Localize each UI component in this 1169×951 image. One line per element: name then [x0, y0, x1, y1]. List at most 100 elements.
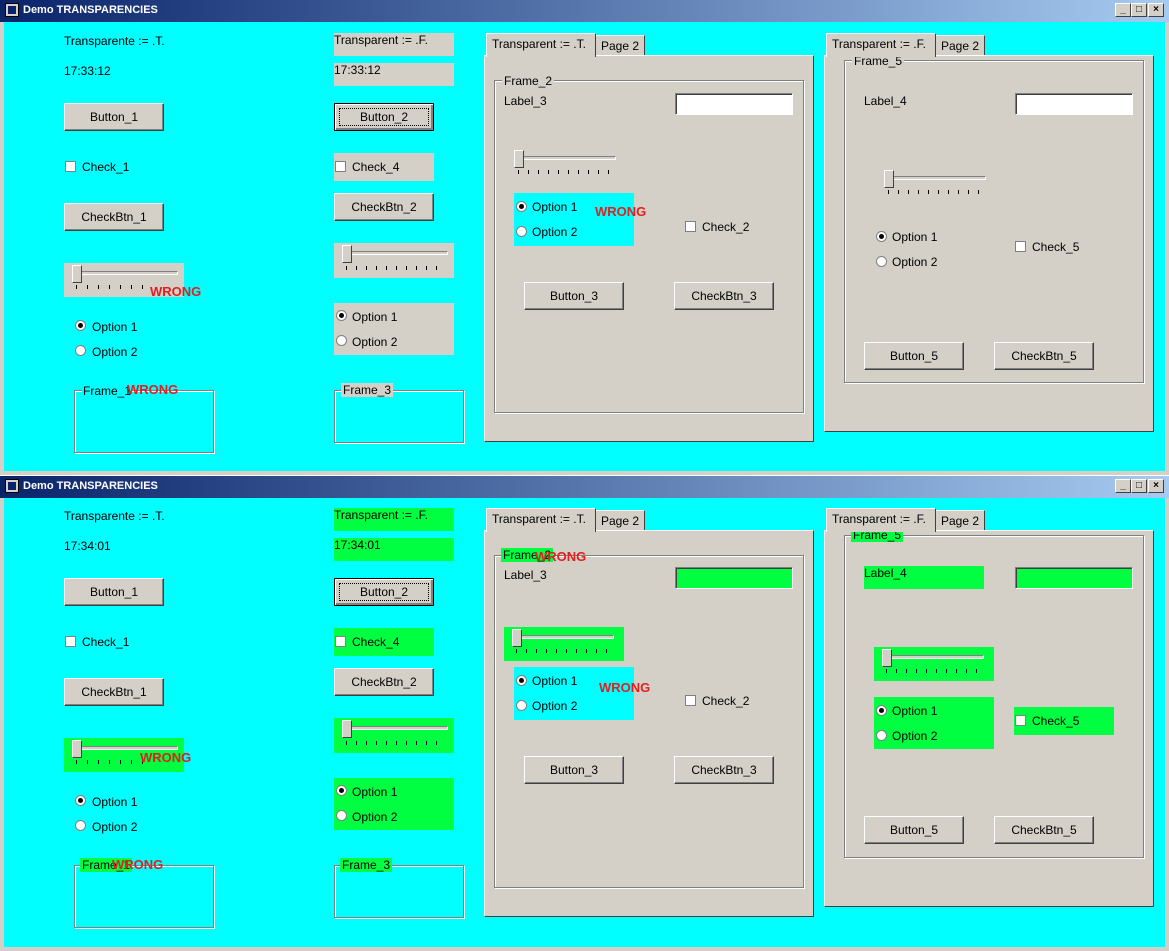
minimize-icon[interactable]: _ — [1115, 3, 1131, 17]
option-1-label[interactable]: Option 1 — [352, 310, 397, 324]
option-2-radio[interactable] — [75, 820, 86, 831]
text-input-4[interactable] — [1015, 93, 1133, 115]
option-1-radio[interactable] — [516, 201, 527, 212]
tab-page-2[interactable]: Page 2 — [935, 510, 985, 532]
slider-3[interactable] — [504, 627, 624, 661]
slider-thumb[interactable] — [72, 740, 82, 758]
slider-5[interactable] — [880, 169, 990, 199]
check-5-box[interactable] — [1015, 715, 1026, 726]
button-5[interactable]: Button_5 — [864, 816, 964, 844]
check-5[interactable]: Check_5 — [1014, 707, 1114, 735]
check-1-box[interactable] — [65, 161, 76, 172]
check-4[interactable]: Check_4 — [334, 628, 434, 656]
option-2-radio[interactable] — [876, 730, 887, 741]
button-2[interactable]: Button_2 — [334, 103, 434, 131]
slider-thumb[interactable] — [342, 245, 352, 263]
checkbtn-5[interactable]: CheckBtn_5 — [994, 816, 1094, 844]
option-1-label[interactable]: Option 1 — [532, 674, 577, 688]
option-1-label[interactable]: Option 1 — [352, 785, 397, 799]
check-1-box[interactable] — [65, 636, 76, 647]
check-5-label[interactable]: Check_5 — [1032, 714, 1079, 728]
option-1-label[interactable]: Option 1 — [92, 795, 137, 809]
button-2[interactable]: Button_2 — [334, 578, 434, 606]
check-5-label[interactable]: Check_5 — [1032, 240, 1079, 254]
option-1-radio[interactable] — [75, 795, 86, 806]
button-3[interactable]: Button_3 — [524, 282, 624, 310]
option-2-radio[interactable] — [516, 226, 527, 237]
check-2-box[interactable] — [685, 221, 696, 232]
check-4[interactable]: Check_4 — [334, 153, 434, 181]
tab-page-2[interactable]: Page 2 — [935, 35, 985, 57]
checkbtn-1[interactable]: CheckBtn_1 — [64, 203, 164, 231]
check-2-label[interactable]: Check_2 — [702, 220, 749, 234]
option-1-radio[interactable] — [876, 231, 887, 242]
check-2-box[interactable] — [685, 695, 696, 706]
option-2-label[interactable]: Option 2 — [92, 820, 137, 834]
option-2-radio[interactable] — [876, 256, 887, 267]
slider-thumb[interactable] — [884, 170, 894, 188]
tab-transparent-f[interactable]: Transparent := .F. — [826, 508, 936, 532]
option-2-label[interactable]: Option 2 — [92, 345, 137, 359]
slider-thumb[interactable] — [514, 150, 524, 168]
close-icon[interactable]: × — [1148, 3, 1164, 17]
option-2-radio[interactable] — [516, 700, 527, 711]
slider-thumb[interactable] — [882, 649, 892, 667]
option-2-label[interactable]: Option 2 — [892, 255, 937, 269]
slider-thumb[interactable] — [72, 265, 82, 283]
button-3[interactable]: Button_3 — [524, 756, 624, 784]
option-2-radio[interactable] — [336, 810, 347, 821]
maximize-icon[interactable]: □ — [1131, 3, 1147, 17]
check-4-box[interactable] — [335, 161, 346, 172]
tab-transparent-t[interactable]: Transparent := .T. — [486, 508, 596, 532]
option-1-radio[interactable] — [75, 320, 86, 331]
check-4-box[interactable] — [335, 636, 346, 647]
button-1[interactable]: Button_1 — [64, 103, 164, 131]
tab-page-2[interactable]: Page 2 — [595, 510, 645, 532]
option-1-radio[interactable] — [876, 705, 887, 716]
option-2-label[interactable]: Option 2 — [532, 699, 577, 713]
slider-thumb[interactable] — [512, 629, 522, 647]
option-2-label[interactable]: Option 2 — [352, 335, 397, 349]
slider-3[interactable] — [510, 149, 620, 179]
option-1-radio[interactable] — [336, 310, 347, 321]
option-2-label[interactable]: Option 2 — [352, 810, 397, 824]
checkbtn-5[interactable]: CheckBtn_5 — [994, 342, 1094, 370]
option-2-radio[interactable] — [336, 335, 347, 346]
checkbtn-3[interactable]: CheckBtn_3 — [674, 282, 774, 310]
slider-5[interactable] — [874, 647, 994, 681]
check-2-label[interactable]: Check_2 — [702, 694, 749, 708]
option-1-radio[interactable] — [336, 785, 347, 796]
option-2-label[interactable]: Option 2 — [892, 729, 937, 743]
button-5[interactable]: Button_5 — [864, 342, 964, 370]
checkbtn-3[interactable]: CheckBtn_3 — [674, 756, 774, 784]
text-input-3[interactable] — [675, 567, 793, 589]
checkbtn-2[interactable]: CheckBtn_2 — [334, 668, 434, 696]
option-1-label[interactable]: Option 1 — [892, 704, 937, 718]
option-1-label[interactable]: Option 1 — [532, 200, 577, 214]
check-4-label[interactable]: Check_4 — [352, 635, 399, 649]
title-bar[interactable]: Demo TRANSPARENCIES _ □ × — [0, 0, 1169, 22]
option-2-radio[interactable] — [75, 345, 86, 356]
tab-page-2[interactable]: Page 2 — [595, 35, 645, 57]
tab-transparent-t[interactable]: Transparent := .T. — [486, 33, 596, 57]
option-1-radio[interactable] — [516, 675, 527, 686]
text-input-4[interactable] — [1015, 567, 1133, 589]
checkbtn-2[interactable]: CheckBtn_2 — [334, 193, 434, 221]
slider-2[interactable] — [334, 243, 454, 278]
check-1-label[interactable]: Check_1 — [82, 635, 129, 649]
button-1[interactable]: Button_1 — [64, 578, 164, 606]
text-input-3[interactable] — [675, 93, 793, 115]
title-bar[interactable]: Demo TRANSPARENCIES _ □ × — [0, 476, 1169, 498]
option-1-label[interactable]: Option 1 — [892, 230, 937, 244]
checkbtn-1[interactable]: CheckBtn_1 — [64, 678, 164, 706]
check-1-label[interactable]: Check_1 — [82, 160, 129, 174]
maximize-icon[interactable]: □ — [1131, 479, 1147, 493]
option-2-label[interactable]: Option 2 — [532, 225, 577, 239]
check-4-label[interactable]: Check_4 — [352, 160, 399, 174]
close-icon[interactable]: × — [1148, 479, 1164, 493]
slider-thumb[interactable] — [342, 720, 352, 738]
slider-2[interactable] — [334, 718, 454, 753]
option-1-label[interactable]: Option 1 — [92, 320, 137, 334]
check-5-box[interactable] — [1015, 241, 1026, 252]
minimize-icon[interactable]: _ — [1115, 479, 1131, 493]
